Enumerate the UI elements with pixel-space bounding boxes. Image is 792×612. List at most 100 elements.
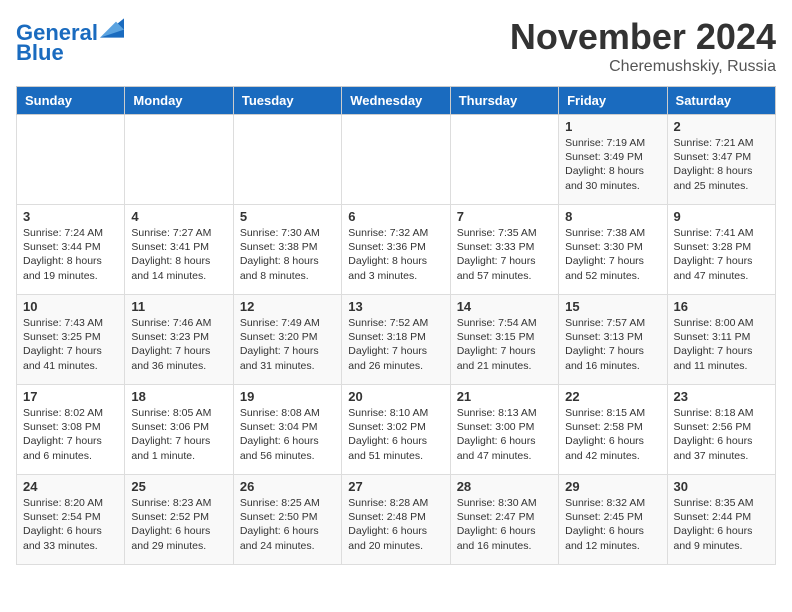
- day-info: Sunrise: 8:35 AM Sunset: 2:44 PM Dayligh…: [674, 496, 769, 553]
- table-row: 23 Sunrise: 8:18 AM Sunset: 2:56 PM Dayli…: [667, 385, 775, 475]
- day-number: 23: [674, 389, 769, 404]
- day-info: Sunrise: 7:27 AM Sunset: 3:41 PM Dayligh…: [131, 226, 226, 283]
- page-header: General Blue November 2024 Cheremushskiy…: [16, 16, 776, 76]
- day-info: Sunrise: 8:32 AM Sunset: 2:45 PM Dayligh…: [565, 496, 660, 553]
- day-number: 15: [565, 299, 660, 314]
- day-number: 21: [457, 389, 552, 404]
- table-row: [342, 115, 450, 205]
- day-info: Sunrise: 7:35 AM Sunset: 3:33 PM Dayligh…: [457, 226, 552, 283]
- table-row: 20 Sunrise: 8:10 AM Sunset: 3:02 PM Dayli…: [342, 385, 450, 475]
- table-row: 14 Sunrise: 7:54 AM Sunset: 3:15 PM Dayli…: [450, 295, 558, 385]
- day-number: 18: [131, 389, 226, 404]
- day-number: 12: [240, 299, 335, 314]
- header-thursday: Thursday: [450, 87, 558, 115]
- day-info: Sunrise: 7:24 AM Sunset: 3:44 PM Dayligh…: [23, 226, 118, 283]
- day-info: Sunrise: 8:25 AM Sunset: 2:50 PM Dayligh…: [240, 496, 335, 553]
- table-row: 6 Sunrise: 7:32 AM Sunset: 3:36 PM Daylig…: [342, 205, 450, 295]
- day-info: Sunrise: 8:00 AM Sunset: 3:11 PM Dayligh…: [674, 316, 769, 373]
- calendar-table: Sunday Monday Tuesday Wednesday Thursday…: [16, 86, 776, 565]
- table-row: 12Sunrise: 7:49 AM Sunset: 3:20 PM Dayli…: [233, 295, 341, 385]
- table-row: 11 Sunrise: 7:46 AM Sunset: 3:23 PM Dayli…: [125, 295, 233, 385]
- table-row: 1 Sunrise: 7:19 AM Sunset: 3:49 PM Daylig…: [559, 115, 667, 205]
- day-info: Sunrise: 8:28 AM Sunset: 2:48 PM Dayligh…: [348, 496, 443, 553]
- day-number: 19: [240, 389, 335, 404]
- table-row: 2 Sunrise: 7:21 AM Sunset: 3:47 PM Daylig…: [667, 115, 775, 205]
- table-row: [450, 115, 558, 205]
- logo-icon: [100, 16, 124, 40]
- table-row: 21 Sunrise: 8:13 AM Sunset: 3:00 PM Dayli…: [450, 385, 558, 475]
- header-sunday: Sunday: [17, 87, 125, 115]
- day-info: Sunrise: 7:43 AM Sunset: 3:25 PM Dayligh…: [23, 316, 118, 373]
- day-info: Sunrise: 8:30 AM Sunset: 2:47 PM Dayligh…: [457, 496, 552, 553]
- day-info: Sunrise: 8:13 AM Sunset: 3:00 PM Dayligh…: [457, 406, 552, 463]
- table-row: 9 Sunrise: 7:41 AM Sunset: 3:28 PM Daylig…: [667, 205, 775, 295]
- day-info: Sunrise: 7:57 AM Sunset: 3:13 PM Dayligh…: [565, 316, 660, 373]
- day-number: 13: [348, 299, 443, 314]
- table-row: 26 Sunrise: 8:25 AM Sunset: 2:50 PM Dayli…: [233, 475, 341, 565]
- table-row: 5Sunrise: 7:30 AM Sunset: 3:38 PM Daylig…: [233, 205, 341, 295]
- table-row: 18 Sunrise: 8:05 AM Sunset: 3:06 PM Dayli…: [125, 385, 233, 475]
- day-info: Sunrise: 7:32 AM Sunset: 3:36 PM Dayligh…: [348, 226, 443, 283]
- day-info: Sunrise: 7:54 AM Sunset: 3:15 PM Dayligh…: [457, 316, 552, 373]
- day-number: 17: [23, 389, 118, 404]
- table-row: 4Sunrise: 7:27 AM Sunset: 3:41 PM Daylig…: [125, 205, 233, 295]
- day-number: 14: [457, 299, 552, 314]
- day-info: Sunrise: 8:05 AM Sunset: 3:06 PM Dayligh…: [131, 406, 226, 463]
- day-number: 28: [457, 479, 552, 494]
- table-row: 17 Sunrise: 8:02 AM Sunset: 3:08 PM Dayli…: [17, 385, 125, 475]
- table-row: 19 Sunrise: 8:08 AM Sunset: 3:04 PM Dayli…: [233, 385, 341, 475]
- day-number: 7: [457, 209, 552, 224]
- header-tuesday: Tuesday: [233, 87, 341, 115]
- day-info: Sunrise: 7:19 AM Sunset: 3:49 PM Dayligh…: [565, 136, 660, 193]
- header-saturday: Saturday: [667, 87, 775, 115]
- table-row: [17, 115, 125, 205]
- header-monday: Monday: [125, 87, 233, 115]
- day-number: 20: [348, 389, 443, 404]
- table-row: 30Sunrise: 8:35 AM Sunset: 2:44 PM Dayli…: [667, 475, 775, 565]
- day-number: 6: [348, 209, 443, 224]
- day-info: Sunrise: 7:52 AM Sunset: 3:18 PM Dayligh…: [348, 316, 443, 373]
- title-block: November 2024 Cheremushskiy, Russia: [510, 16, 776, 76]
- day-number: 10: [23, 299, 118, 314]
- table-row: 25 Sunrise: 8:23 AM Sunset: 2:52 PM Dayli…: [125, 475, 233, 565]
- day-number: 11: [131, 299, 226, 314]
- header-friday: Friday: [559, 87, 667, 115]
- day-info: Sunrise: 8:02 AM Sunset: 3:08 PM Dayligh…: [23, 406, 118, 463]
- logo: General Blue: [16, 16, 124, 65]
- day-number: 3: [23, 209, 118, 224]
- title-location: Cheremushskiy, Russia: [510, 58, 776, 76]
- day-info: Sunrise: 8:15 AM Sunset: 2:58 PM Dayligh…: [565, 406, 660, 463]
- day-number: 24: [23, 479, 118, 494]
- day-info: Sunrise: 8:18 AM Sunset: 2:56 PM Dayligh…: [674, 406, 769, 463]
- table-row: 15 Sunrise: 7:57 AM Sunset: 3:13 PM Dayli…: [559, 295, 667, 385]
- day-number: 29: [565, 479, 660, 494]
- day-info: Sunrise: 7:46 AM Sunset: 3:23 PM Dayligh…: [131, 316, 226, 373]
- table-row: [233, 115, 341, 205]
- calendar-header: Sunday Monday Tuesday Wednesday Thursday…: [17, 87, 776, 115]
- table-row: 16 Sunrise: 8:00 AM Sunset: 3:11 PM Dayli…: [667, 295, 775, 385]
- table-row: 28 Sunrise: 8:30 AM Sunset: 2:47 PM Dayli…: [450, 475, 558, 565]
- day-info: Sunrise: 7:38 AM Sunset: 3:30 PM Dayligh…: [565, 226, 660, 283]
- day-info: Sunrise: 8:20 AM Sunset: 2:54 PM Dayligh…: [23, 496, 118, 553]
- day-info: Sunrise: 7:30 AM Sunset: 3:38 PM Dayligh…: [240, 226, 335, 283]
- day-number: 25: [131, 479, 226, 494]
- table-row: 22 Sunrise: 8:15 AM Sunset: 2:58 PM Dayli…: [559, 385, 667, 475]
- calendar-body: 1 Sunrise: 7:19 AM Sunset: 3:49 PM Daylig…: [17, 115, 776, 565]
- day-number: 1: [565, 119, 660, 134]
- day-number: 22: [565, 389, 660, 404]
- day-info: Sunrise: 7:41 AM Sunset: 3:28 PM Dayligh…: [674, 226, 769, 283]
- day-number: 9: [674, 209, 769, 224]
- day-number: 16: [674, 299, 769, 314]
- table-row: [125, 115, 233, 205]
- day-info: Sunrise: 8:10 AM Sunset: 3:02 PM Dayligh…: [348, 406, 443, 463]
- table-row: 10 Sunrise: 7:43 AM Sunset: 3:25 PM Dayli…: [17, 295, 125, 385]
- day-info: Sunrise: 8:23 AM Sunset: 2:52 PM Dayligh…: [131, 496, 226, 553]
- day-info: Sunrise: 7:21 AM Sunset: 3:47 PM Dayligh…: [674, 136, 769, 193]
- table-row: 7 Sunrise: 7:35 AM Sunset: 3:33 PM Daylig…: [450, 205, 558, 295]
- day-number: 2: [674, 119, 769, 134]
- day-number: 8: [565, 209, 660, 224]
- header-wednesday: Wednesday: [342, 87, 450, 115]
- table-row: 8 Sunrise: 7:38 AM Sunset: 3:30 PM Daylig…: [559, 205, 667, 295]
- day-info: Sunrise: 8:08 AM Sunset: 3:04 PM Dayligh…: [240, 406, 335, 463]
- day-number: 26: [240, 479, 335, 494]
